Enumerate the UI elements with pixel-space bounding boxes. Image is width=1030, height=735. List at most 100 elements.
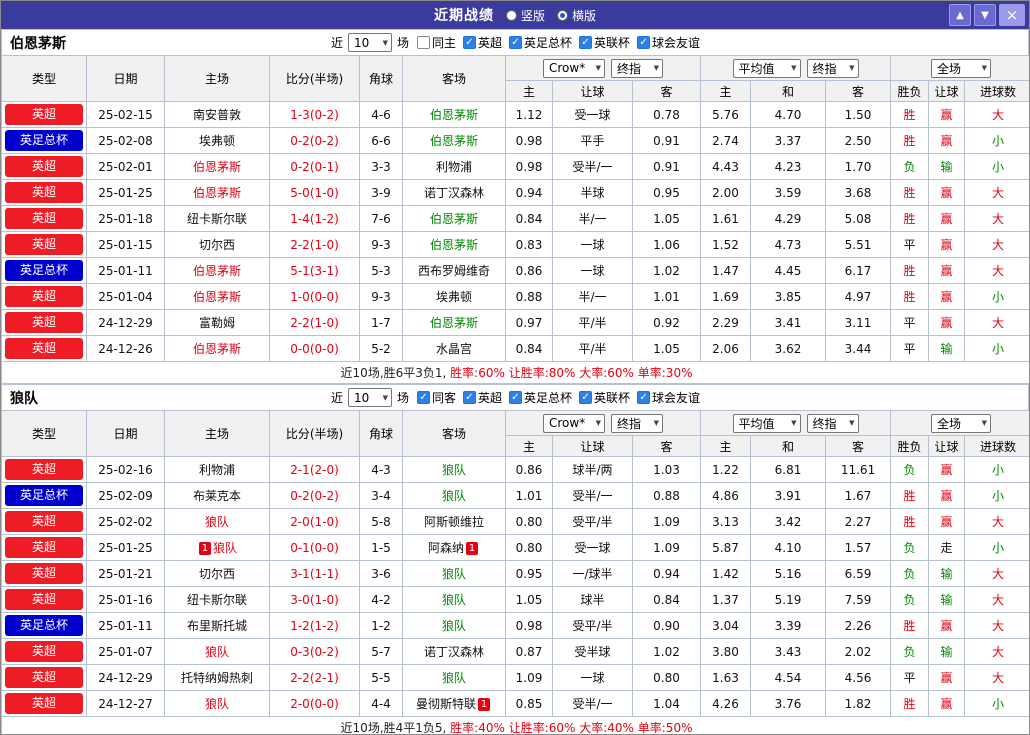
filter-bar: 近 10 ▼ 场同主 ✓ 英超 ✓ 英足总杯 ✓ 英联杯 ✓ 球会友谊 <box>2 33 1028 52</box>
move-down-button[interactable]: ▼ <box>974 4 996 26</box>
scope-select[interactable]: 全场 ▼ <box>931 413 992 433</box>
match-row: 英超 25-02-15 南安普敦 1-3(0-2) 4-6 伯恩茅斯 1.12 受一球 0.78… <box>1 101 1029 128</box>
league-cell: 英超 <box>1 231 87 258</box>
league-checkbox-3[interactable]: ✓ 球会友谊 <box>637 389 700 406</box>
score-cell: 1-3(0-2) <box>269 101 360 128</box>
result-winloss-cell: 负 <box>890 586 930 613</box>
odds-away-cell: 0.80 <box>631 664 702 691</box>
filter-matches-label: 场 <box>396 36 409 50</box>
sub-column-header: 和 <box>750 80 827 102</box>
avg-draw-cell: 3.76 <box>750 690 827 717</box>
dropdown-arrow-icon: ▼ <box>653 64 659 72</box>
date-cell: 25-01-18 <box>86 205 165 232</box>
checkbox-icon: ✓ <box>462 36 476 49</box>
league-checkbox-0[interactable]: ✓ 英超 <box>462 389 502 406</box>
odds-home-cell: 0.84 <box>505 205 553 232</box>
layout-radio-vertical[interactable]: 竖版 <box>505 7 545 24</box>
odds-away-cell: 0.95 <box>631 179 702 206</box>
away-team-cell: 狼队 <box>402 560 506 587</box>
sub-column-header: 主 <box>700 435 752 457</box>
league-checkbox-2[interactable]: ✓ 英联杯 <box>579 34 630 51</box>
dropdown-arrow-icon: ▼ <box>849 419 855 427</box>
odds-away-cell: 0.88 <box>631 482 702 509</box>
odds-handicap-cell: 受平/半 <box>552 508 633 535</box>
odds-home-cell: 0.94 <box>505 179 553 206</box>
away-team-name: 诺丁汉森林 <box>423 645 484 659</box>
result-handicap-cell: 赢 <box>928 101 966 128</box>
scope-select-value: 全场 <box>937 61 962 76</box>
result-handicap-cell: 赢 <box>928 257 966 284</box>
checkbox-icon: ✓ <box>416 391 430 404</box>
avg-source-select[interactable]: 平均值 ▼ <box>732 413 801 433</box>
corner-cell: 5-2 <box>359 335 403 362</box>
home-team-name: 切尔西 <box>198 567 235 581</box>
odds-home-cell: 0.98 <box>505 153 553 180</box>
home-team-cell: 切尔西 <box>164 231 270 258</box>
match-count-select[interactable]: 10 ▼ <box>347 388 392 407</box>
league-checkbox-0[interactable]: ✓ 英超 <box>462 34 502 51</box>
league-cell: 英足总杯 <box>1 482 87 509</box>
scope-select[interactable]: 全场 ▼ <box>931 58 992 78</box>
corner-cell: 3-4 <box>359 482 403 509</box>
avg-home-cell: 1.52 <box>700 231 752 258</box>
away-team-name: 狼队 <box>441 671 466 685</box>
match-count-select[interactable]: 10 ▼ <box>347 33 392 52</box>
same-venue-checkbox[interactable]: 同主 <box>416 34 456 51</box>
result-goals-cell: 小 <box>964 482 1029 509</box>
match-row: 英超 24-12-26 伯恩茅斯 0-0(0-0) 5-2 水晶宫 0.84 平/半 1.05 2… <box>1 335 1029 362</box>
red-card-badge: 1 <box>478 698 490 711</box>
match-row: 英超 24-12-29 富勒姆 2-2(1-0) 1-7 伯恩茅斯 0.97 平/半 0.92 2… <box>1 309 1029 336</box>
league-badge: 英超 <box>5 667 83 688</box>
odds-away-cell: 1.09 <box>631 508 702 535</box>
sub-column-header: 胜负 <box>890 80 930 102</box>
league-checkbox-2[interactable]: ✓ 英联杯 <box>579 389 630 406</box>
match-row: 英超 25-01-16 纽卡斯尔联 3-0(1-0) 4-2 狼队 1.05 球半 0.84 1.… <box>1 586 1029 613</box>
close-button[interactable]: × <box>999 4 1025 26</box>
odds-source-select[interactable]: Crow* ▼ <box>543 413 605 433</box>
league-badge: 英超 <box>5 693 83 714</box>
sub-column-header: 让球 <box>928 435 966 457</box>
away-team-cell: 狼队 <box>402 586 506 613</box>
odds-handicap-cell: 平/半 <box>552 309 633 336</box>
result-winloss-cell: 平 <box>890 335 930 362</box>
score-cell: 0-0(0-0) <box>269 335 360 362</box>
avg-source-select[interactable]: 平均值 ▼ <box>732 58 801 78</box>
league-cell: 英超 <box>1 205 87 232</box>
layout-radio-horizontal[interactable]: 横版 <box>557 7 596 24</box>
result-goals-cell: 大 <box>964 638 1029 665</box>
date-cell: 25-01-21 <box>86 560 165 587</box>
result-winloss-cell: 胜 <box>890 205 930 232</box>
move-up-button[interactable]: ▲ <box>949 4 971 26</box>
away-team-cell: 伯恩茅斯 <box>402 205 506 232</box>
league-cell: 英超 <box>1 335 87 362</box>
avg-away-cell: 4.97 <box>825 283 892 310</box>
odds-source-select[interactable]: Crow* ▼ <box>543 58 605 78</box>
home-team-name: 利物浦 <box>198 463 235 477</box>
odds-home-cell: 0.84 <box>505 335 553 362</box>
same-venue-checkbox[interactable]: ✓ 同客 <box>416 389 456 406</box>
avg-time-select[interactable]: 终指 ▼ <box>806 413 859 433</box>
away-team-cell: 阿斯顿维拉 <box>402 508 506 535</box>
league-checkbox-1[interactable]: ✓ 英足总杯 <box>509 389 572 406</box>
league-badge: 英足总杯 <box>5 615 83 636</box>
odds-handicap-cell: 一/球半 <box>552 560 633 587</box>
result-goals-cell: 大 <box>964 101 1029 128</box>
odds-time-select[interactable]: 终指 ▼ <box>611 413 663 433</box>
sub-column-header: 让球 <box>552 80 633 102</box>
league-checkbox-1[interactable]: ✓ 英足总杯 <box>509 34 572 51</box>
avg-home-cell: 1.47 <box>700 257 752 284</box>
avg-time-select[interactable]: 终指 ▼ <box>806 58 859 78</box>
league-badge: 英超 <box>5 234 83 255</box>
home-team-name: 切尔西 <box>198 238 235 252</box>
away-team-name: 伯恩茅斯 <box>429 108 478 122</box>
avg-away-cell: 2.50 <box>825 127 892 154</box>
result-winloss-cell: 负 <box>890 560 930 587</box>
league-badge: 英足总杯 <box>5 260 83 281</box>
odds-away-cell: 0.84 <box>631 586 702 613</box>
dropdown-arrow-icon: ▼ <box>653 419 659 427</box>
league-checkbox-3[interactable]: ✓ 球会友谊 <box>637 34 700 51</box>
home-team-name: 伯恩茅斯 <box>192 186 241 200</box>
score-cell: 2-2(1-0) <box>269 231 360 258</box>
odds-time-select[interactable]: 终指 ▼ <box>611 58 663 78</box>
team-section: 狼队近 10 ▼ 场 ✓ 同客 ✓ 英超 ✓ 英足总杯 ✓ 英联杯 ✓ 球会友谊 类型 日期 主场 比分(半场) 角… <box>1 384 1029 734</box>
